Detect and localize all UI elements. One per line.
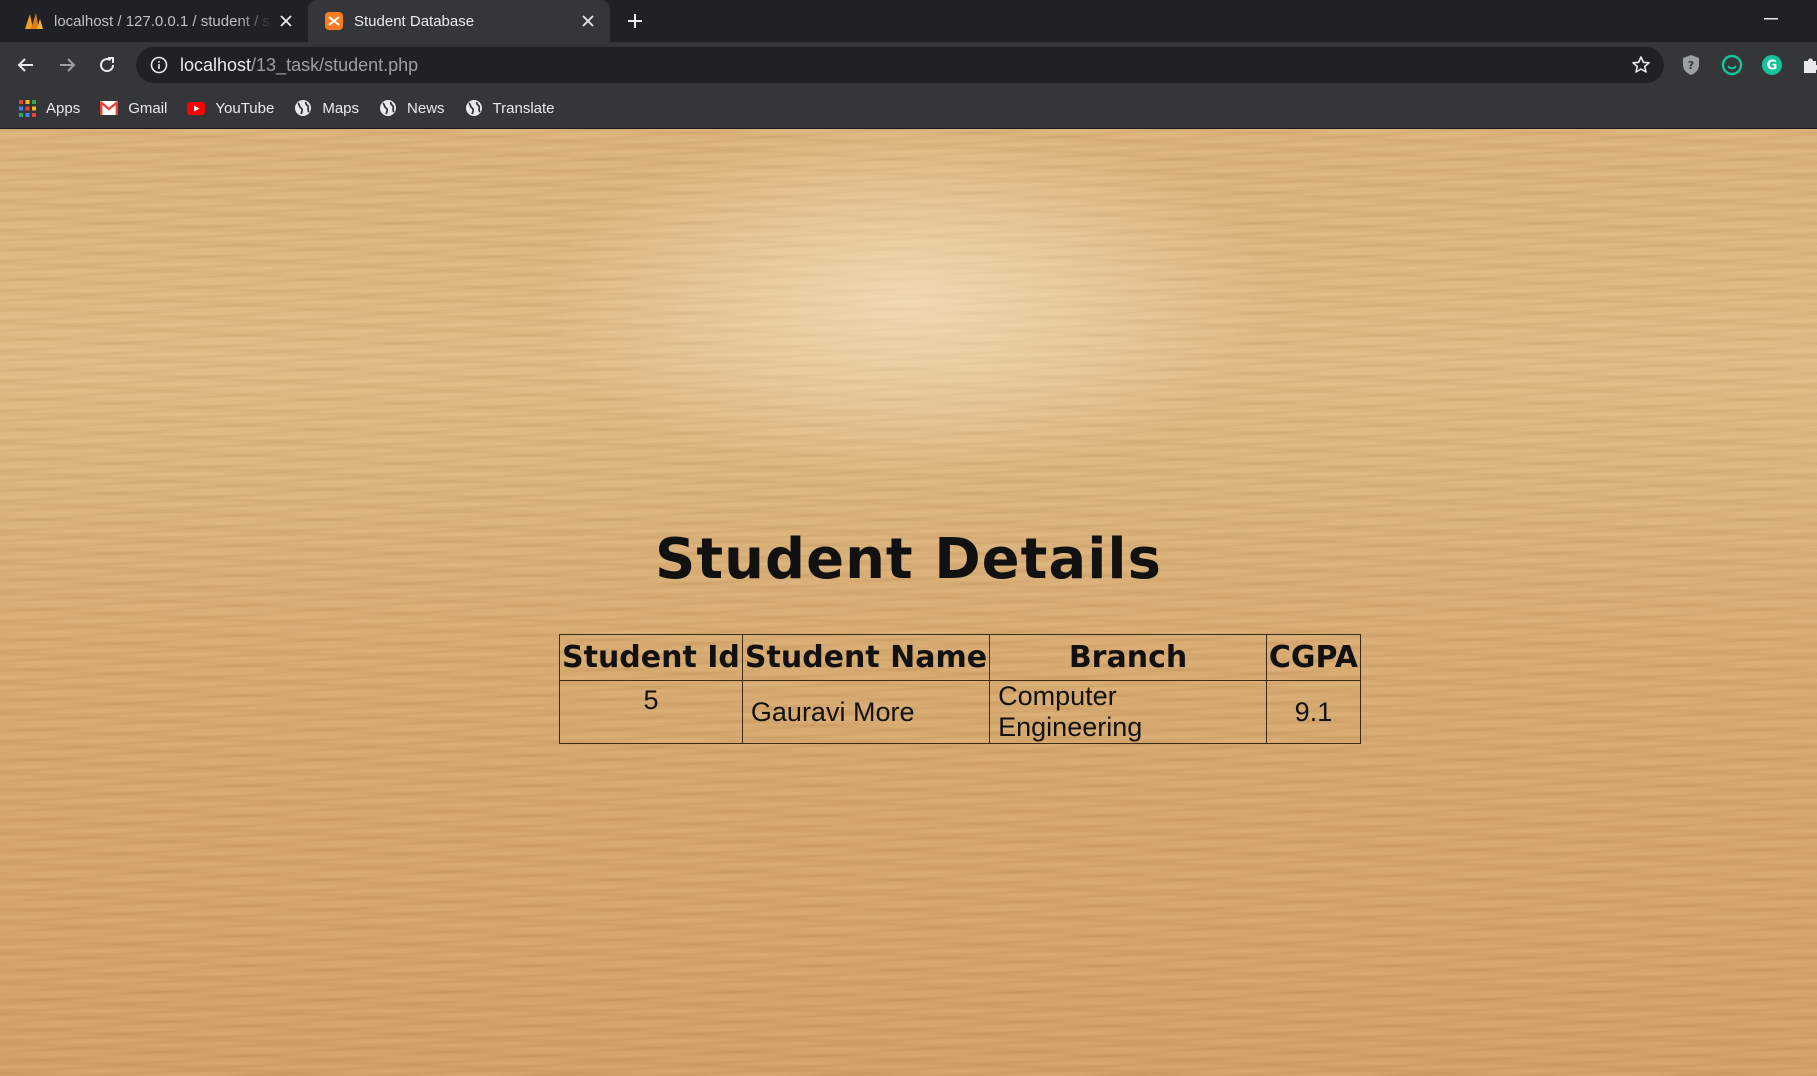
header-student-name: Student Name	[741, 634, 991, 681]
svg-text:?: ?	[1688, 59, 1694, 72]
cell-branch: Computer Engineering	[989, 680, 1267, 744]
bookmark-youtube[interactable]: YouTube	[187, 93, 274, 123]
header-cgpa: CGPA	[1265, 634, 1362, 681]
bookmark-gmail[interactable]: Gmail	[100, 93, 167, 123]
forward-button[interactable]	[51, 49, 83, 81]
bookmark-maps[interactable]: Maps	[294, 93, 359, 123]
tab-title: Student Database	[354, 12, 475, 30]
bookmark-label: Apps	[46, 99, 81, 117]
apps-grid-icon	[18, 99, 36, 117]
close-icon[interactable]	[574, 7, 602, 35]
xampp-icon	[324, 11, 344, 31]
tab-title: localhost / 127.0.0.1 / student / st	[54, 12, 272, 30]
browser-toolbar: localhost/13_task/student.php ? G	[0, 42, 1817, 88]
globe-icon	[379, 99, 397, 117]
table-header-row: Student Id Student Name Branch CGPA	[559, 634, 1362, 681]
bookmark-label: Gmail	[128, 99, 168, 117]
student-table: Student Id Student Name Branch CGPA 5 Ga…	[559, 634, 1362, 744]
bookmark-label: Translate	[492, 99, 555, 117]
minimize-icon	[1764, 18, 1778, 20]
extensions-puzzle-icon[interactable]	[1799, 53, 1817, 77]
shield-extension-icon[interactable]: ?	[1679, 53, 1703, 77]
reload-icon	[100, 57, 115, 73]
url-text[interactable]: localhost/13_task/student.php	[180, 55, 418, 76]
plus-icon	[628, 14, 642, 28]
bookmark-news[interactable]: News	[379, 93, 445, 123]
close-icon[interactable]	[272, 7, 300, 35]
bookmarks-bar: Apps Gmail YouTube Maps News Translate	[0, 88, 1817, 129]
phpmyadmin-icon	[24, 11, 44, 31]
globe-icon	[465, 99, 483, 117]
bookmark-star-icon[interactable]	[1628, 52, 1654, 78]
tab-phpmyadmin[interactable]: localhost / 127.0.0.1 / student / st	[0, 0, 308, 42]
tab-student-database[interactable]: Student Database	[308, 0, 610, 42]
bookmark-label: News	[407, 99, 445, 117]
page-viewport: Student Details Student Id Student Name …	[0, 129, 1817, 1076]
globe-icon	[294, 99, 312, 117]
tab-strip: localhost / 127.0.0.1 / student / st Stu…	[0, 0, 1817, 42]
minimize-button[interactable]	[1753, 6, 1789, 32]
new-tab-button[interactable]	[620, 7, 650, 35]
cell-cgpa: 9.1	[1265, 680, 1362, 744]
table-row: 5 Gauravi More Computer Engineering 9.1	[559, 680, 1362, 744]
svg-text:G: G	[1767, 59, 1778, 74]
bookmark-label: YouTube	[215, 99, 275, 117]
reload-button[interactable]	[91, 49, 123, 81]
forward-arrow-icon	[60, 58, 76, 72]
cell-student-id: 5	[559, 680, 743, 744]
bookmark-apps[interactable]: Apps	[18, 93, 80, 123]
back-button[interactable]	[10, 49, 42, 81]
bookmark-translate[interactable]: Translate	[465, 93, 555, 123]
grammarly-smile-icon[interactable]	[1720, 53, 1744, 77]
url-path: /13_task/student.php	[251, 54, 419, 75]
url-host: localhost	[180, 54, 252, 75]
bookmark-label: Maps	[322, 99, 360, 117]
back-arrow-icon	[17, 58, 33, 72]
gmail-icon	[100, 99, 119, 117]
info-icon[interactable]	[150, 56, 168, 74]
address-bar[interactable]: localhost/13_task/student.php	[136, 47, 1664, 83]
youtube-icon	[187, 99, 206, 117]
page-title: Student Details	[655, 527, 1162, 592]
header-student-id: Student Id	[559, 634, 743, 681]
grammarly-icon[interactable]: G	[1760, 53, 1784, 77]
cell-student-name: Gauravi More	[741, 680, 991, 744]
header-branch: Branch	[989, 634, 1267, 681]
